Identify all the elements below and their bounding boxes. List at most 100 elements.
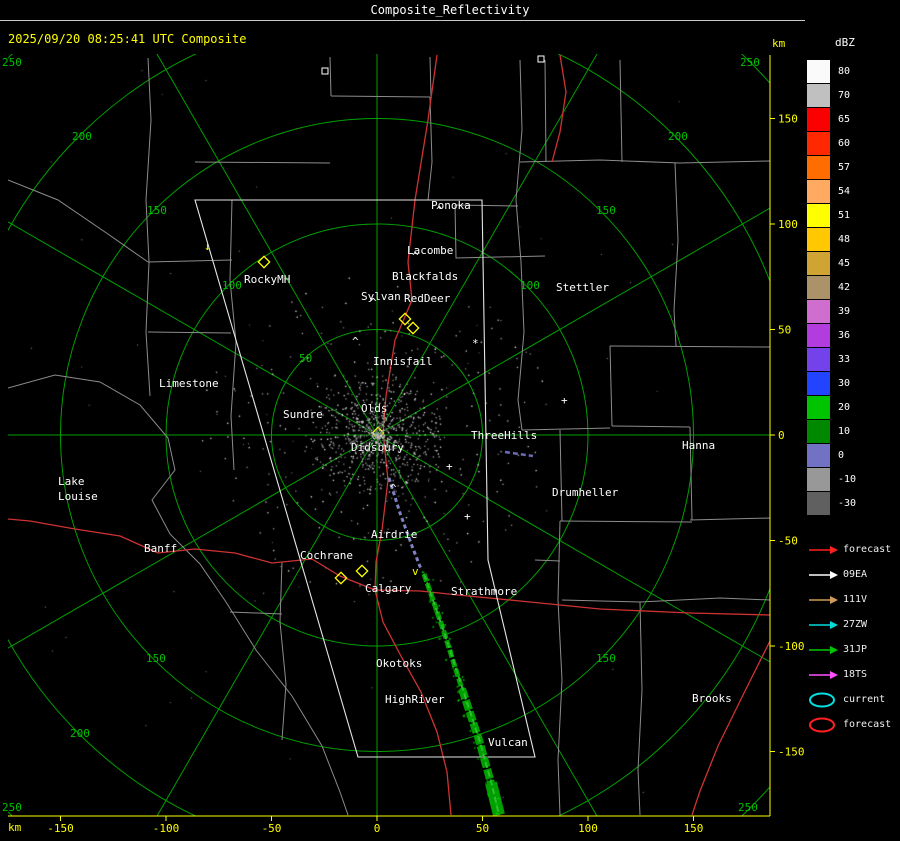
map-label: 250: [2, 801, 22, 814]
legend-label: 111V: [843, 594, 868, 605]
county-boundary: [519, 159, 770, 164]
city-label: RedDeer: [404, 292, 451, 305]
county-boundary: [611, 425, 691, 428]
map-label: 250: [740, 56, 760, 69]
county-boundary: [557, 520, 563, 816]
colorbar-value: -10: [838, 473, 857, 485]
radar-app: Composite_Reflectivity 2025/09/20 08:25:…: [0, 0, 900, 841]
legend: forecast 09EA 111V 27ZW 31JP 18TS current forec…: [805, 537, 900, 737]
colorbar-entry: 48: [805, 227, 900, 251]
highway: [691, 640, 770, 816]
square-marker-icon: [537, 55, 545, 63]
city-label: Airdrie: [371, 528, 417, 541]
colorbar-entry: 70: [805, 83, 900, 107]
square-marker-icon: [321, 67, 329, 75]
legend-vector: 111V: [805, 587, 900, 612]
map-label: 250: [738, 801, 758, 814]
map-label: 50: [299, 352, 312, 365]
county-boundary: [145, 57, 152, 397]
radial-line: [156, 54, 378, 436]
legend-label: 18TS: [843, 669, 868, 680]
legend-vector-icon: [809, 620, 838, 629]
map-label: 150: [596, 204, 616, 217]
county-boundary: [515, 59, 525, 431]
highway: [551, 54, 567, 163]
legend-vector: 18TS: [805, 662, 900, 687]
county-boundary: [609, 345, 613, 427]
colorbar-entry: 30: [805, 371, 900, 395]
legend-vector-icon: [809, 570, 838, 579]
map-label: 150: [147, 204, 167, 217]
county-boundary: [8, 179, 149, 263]
right-axis-tick-label: 150: [778, 113, 798, 126]
colorbar-swatch: [807, 395, 830, 419]
symbol-marker: ↓: [204, 240, 211, 253]
map-label: 200: [70, 727, 90, 740]
station-diamond-icon: [355, 564, 369, 578]
county-boundary: [329, 56, 332, 97]
map-label: 200: [72, 130, 92, 143]
city-label: Blackfalds: [392, 270, 458, 283]
colorbar-swatch: [807, 83, 830, 107]
county-boundary: [534, 559, 561, 562]
map-label: 200: [668, 130, 688, 143]
polar-grid: [8, 54, 770, 816]
city-label: Olds: [361, 402, 388, 415]
right-axis-tick-label: 0: [778, 429, 785, 442]
county-boundary: [279, 561, 287, 741]
colorbar-swatch: [807, 275, 830, 299]
city-label: Okotoks: [376, 657, 422, 670]
right-axis-tick-label: 100: [778, 218, 798, 231]
county-boundary: [454, 204, 546, 259]
city-label: Brooks: [692, 692, 732, 705]
symbol-marker: ^: [436, 204, 443, 217]
city-label: Calgary: [365, 582, 412, 595]
legend-label: forecast: [843, 544, 892, 555]
colorbar-swatch: [807, 227, 830, 251]
city-label: Limestone: [159, 377, 219, 390]
legend-vector-icon: [809, 595, 838, 604]
right-axis-tick-label: -50: [778, 535, 798, 548]
colorbar-swatch: [807, 203, 830, 227]
legend-ellipse-icon: [809, 692, 835, 707]
city-label: Drumheller: [552, 486, 619, 499]
colorbar-entry: 57: [805, 155, 900, 179]
colorbar-swatch: [807, 323, 830, 347]
city-label: Strathmore: [451, 585, 517, 598]
colorbar-value: 0: [838, 449, 845, 461]
legend-vector: 09EA: [805, 562, 900, 587]
colorbar-entry: 33: [805, 347, 900, 371]
county-boundary: [429, 56, 432, 98]
city-label: Sylvan: [361, 290, 401, 303]
city-label: HighRiver: [385, 693, 445, 706]
legend-label: forecast: [843, 719, 892, 730]
echo-streak: [387, 450, 534, 816]
legend-vector: forecast: [805, 537, 900, 562]
map-label: 100: [520, 279, 540, 292]
bottom-axis-tick-label: 150: [684, 822, 704, 835]
city-label: Louise: [58, 490, 98, 503]
bottom-axis-tick-label: 50: [476, 822, 489, 835]
radial-line: [376, 54, 598, 436]
km-unit-label-top: km: [772, 37, 786, 50]
radar-display: 50 100 150 200 250 100 150 200 250 150 200 250 150 25…: [2, 37, 805, 835]
colorbar-value: 36: [838, 329, 851, 341]
colorbar-value: -30: [838, 497, 857, 509]
county-boundary: [673, 162, 679, 347]
bottom-axis-tick-label: -150: [47, 822, 74, 835]
city-label: Sundre: [283, 408, 323, 421]
county-boundary: [330, 95, 431, 98]
colorbar-value: 20: [838, 401, 851, 413]
county-boundary: [637, 601, 643, 816]
colorbar-value: 33: [838, 353, 851, 365]
symbol-marker: +: [464, 510, 471, 523]
city-label: Cochrane: [300, 549, 353, 562]
colorbar-swatch: [807, 347, 830, 371]
colorbar-entry: 45: [805, 251, 900, 275]
colorbar-entry: 0: [805, 443, 900, 467]
county-boundary: [609, 345, 770, 348]
county-boundary: [544, 59, 547, 163]
county-boundary: [559, 520, 693, 523]
colorbar-value: 80: [838, 65, 851, 77]
county-boundary: [619, 59, 623, 163]
